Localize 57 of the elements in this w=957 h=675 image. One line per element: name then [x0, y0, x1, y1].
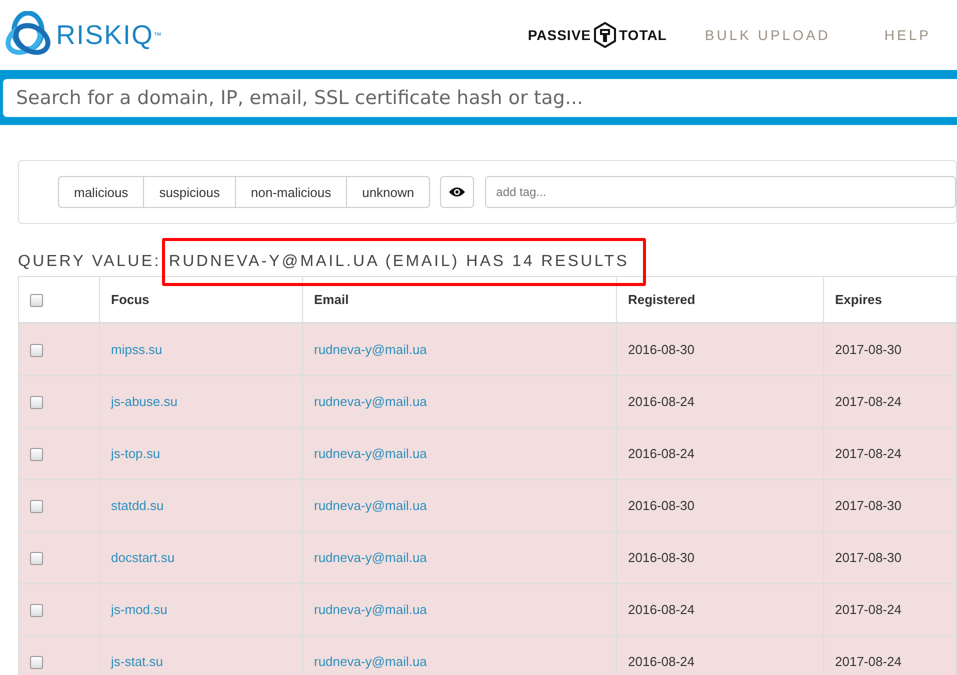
date-text: 2017-08-24	[835, 446, 902, 461]
checkbox[interactable]	[30, 294, 43, 308]
email-link[interactable]: rudneva-y@mail.ua	[314, 550, 427, 565]
domain-link[interactable]: docstart.su	[111, 550, 175, 565]
domain-link[interactable]: js-mod.su	[111, 602, 168, 617]
domain-link[interactable]: mipss.su	[111, 342, 162, 357]
email-link[interactable]: rudneva-y@mail.ua	[314, 654, 427, 669]
email-link[interactable]: rudneva-y@mail.ua	[314, 498, 427, 513]
checkbox[interactable]	[30, 500, 43, 514]
checkbox[interactable]	[30, 396, 43, 410]
classification-button[interactable]: suspicious	[143, 176, 236, 208]
date-text: 2017-08-30	[835, 550, 902, 565]
tag-field[interactable]: add tag...	[485, 176, 956, 208]
date-text: 2017-08-30	[835, 498, 902, 513]
column-header[interactable]: Expires	[835, 292, 882, 307]
classification-button[interactable]: malicious	[58, 176, 144, 208]
logo-text: RISKIQ	[56, 20, 154, 50]
query-value: RUDNEVA-Y@MAIL.UA (EMAIL) HAS 14 RESULTS	[162, 238, 646, 286]
query-label: QUERY VALUE:	[18, 253, 161, 271]
checkbox[interactable]	[30, 656, 43, 670]
trademark-mark: ™	[154, 31, 162, 40]
email-link[interactable]: rudneva-y@mail.ua	[314, 602, 427, 617]
eye-icon	[449, 186, 466, 198]
domain-link[interactable]: js-top.su	[111, 446, 160, 461]
date-text: 2016-08-24	[628, 654, 694, 669]
column-header[interactable]: Focus	[111, 292, 150, 307]
classification-button[interactable]: non-malicious	[234, 176, 348, 208]
nav-link[interactable]: BULK UPLOAD	[704, 27, 830, 43]
date-text: 2016-08-30	[628, 498, 694, 513]
classification-button[interactable]: unknown	[346, 176, 430, 208]
hexagon-icon	[593, 22, 617, 48]
checkbox[interactable]	[30, 604, 43, 618]
domain-link[interactable]: js-abuse.su	[111, 394, 178, 409]
checkbox[interactable]	[30, 448, 43, 462]
domain-link[interactable]: js-stat.su	[111, 654, 164, 669]
email-link[interactable]: rudneva-y@mail.ua	[314, 446, 427, 461]
date-text: 2016-08-24	[628, 394, 694, 409]
date-text: 2016-08-30	[628, 550, 694, 565]
product-name[interactable]: PASSIVE	[528, 27, 591, 43]
date-text: 2016-08-24	[628, 446, 694, 461]
email-link[interactable]: rudneva-y@mail.ua	[314, 342, 427, 357]
domain-link[interactable]: statdd.su	[111, 498, 164, 513]
column-header[interactable]: Registered	[628, 292, 696, 307]
product-name[interactable]: TOTAL	[619, 27, 667, 43]
search-field[interactable]: Search for a domain, IP, email, SSL certificate hash or tag...	[3, 78, 957, 116]
date-text: 2016-08-24	[628, 602, 694, 617]
checkbox[interactable]	[30, 552, 43, 566]
column-header[interactable]: Email	[314, 292, 349, 307]
visibility-button[interactable]	[440, 176, 474, 208]
date-text: 2017-08-24	[835, 654, 902, 669]
date-text: 2017-08-24	[835, 394, 902, 409]
date-text: 2016-08-30	[628, 342, 694, 357]
email-link[interactable]: rudneva-y@mail.ua	[314, 394, 427, 409]
checkbox[interactable]	[30, 344, 43, 358]
nav-link[interactable]: HELP	[884, 27, 931, 43]
date-text: 2017-08-24	[835, 602, 902, 617]
date-text: 2017-08-30	[835, 342, 902, 357]
